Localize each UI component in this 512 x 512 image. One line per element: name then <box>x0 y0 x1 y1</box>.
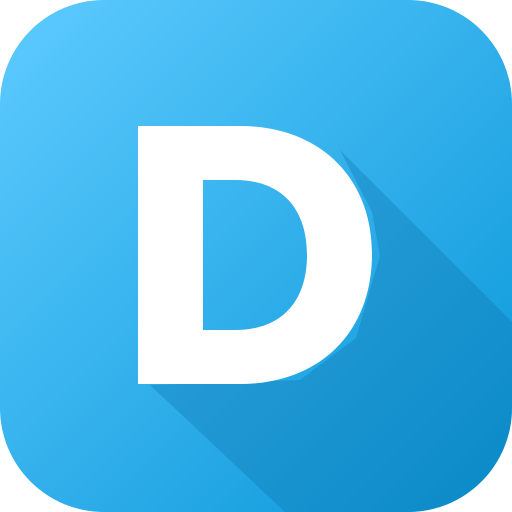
letter-d-app-icon[interactable] <box>0 0 512 512</box>
app-icon-canvas: D <box>0 0 512 512</box>
